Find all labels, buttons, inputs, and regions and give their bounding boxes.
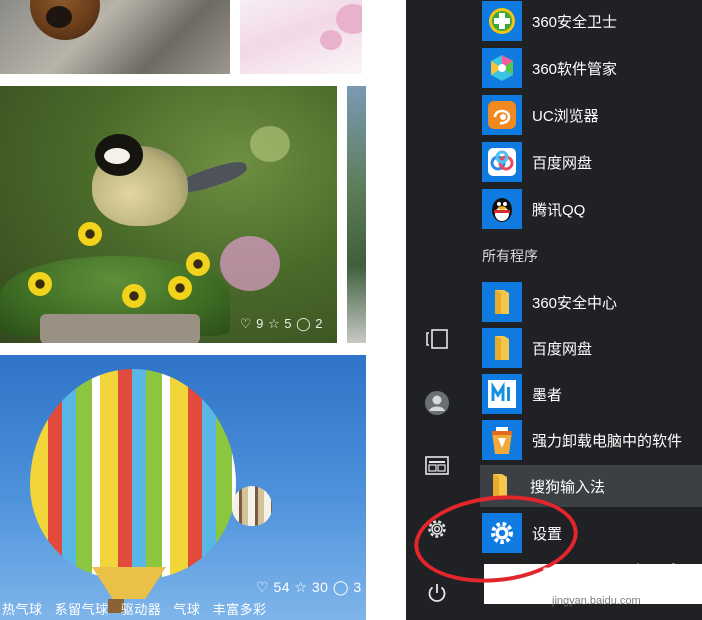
baidu-jingyan-watermark: Bai du 经验 jingyan.baidu.com: [540, 556, 700, 616]
app-tencent-qq[interactable]: 腾讯QQ: [482, 188, 702, 230]
app-mozhe[interactable]: 墨者: [482, 373, 702, 415]
app-uc-browser[interactable]: UC浏览器: [482, 94, 702, 136]
like-icon[interactable]: ♡: [256, 579, 269, 595]
balloon-comment-count: 3: [353, 579, 362, 595]
favorite-icon[interactable]: ☆: [294, 579, 307, 595]
app-baidu-netdisk[interactable]: 百度网盘: [482, 141, 702, 183]
app-label: 360安全中心: [532, 294, 618, 312]
bird-like-count: 9: [256, 316, 264, 331]
app-label: 搜狗输入法: [530, 478, 606, 496]
balloon-favorite-count: 30: [311, 579, 329, 595]
app-label: 360安全卫士: [532, 13, 618, 31]
tag-link[interactable]: 驱动器: [121, 602, 162, 617]
photo-gallery: ♡ 9 ☆ 5 ◯ 2 ♡ 54 ☆ 30 ◯ 3 热气球 系留气球 驱动器 气…: [0, 0, 366, 620]
photo-balloon-card[interactable]: ♡ 54 ☆ 30 ◯ 3 热气球 系留气球 驱动器 气球 丰富多彩: [0, 355, 366, 620]
uninstaller-icon: [482, 420, 522, 460]
tag-link[interactable]: 热气球: [2, 602, 43, 617]
photo-animal-thumbnail[interactable]: [0, 0, 230, 74]
photo-blossom-thumbnail[interactable]: [240, 0, 362, 74]
folder-icon: [482, 328, 522, 368]
360-safe-guard-icon: [482, 1, 522, 41]
app-label: UC浏览器: [532, 107, 599, 125]
app-360-safe-guard[interactable]: 360安全卫士: [482, 0, 702, 42]
mozhe-icon: [482, 374, 522, 414]
photo-bird-card[interactable]: ♡ 9 ☆ 5 ◯ 2: [0, 86, 337, 343]
balloon-photo-stats: ♡ 54 ☆ 30 ◯ 3: [256, 579, 362, 596]
app-label: 百度网盘: [532, 340, 593, 358]
bird-comment-count: 2: [315, 316, 323, 331]
app-label: 墨者: [532, 386, 563, 404]
360-software-manager-icon: [482, 48, 522, 88]
app-uninstaller[interactable]: 强力卸载电脑中的软件: [482, 419, 702, 461]
qq-penguin-icon: [482, 189, 522, 229]
tag-link[interactable]: 丰富多彩: [213, 602, 267, 617]
watermark-logo: Bai du 经验: [540, 563, 678, 590]
folder-icon: [482, 282, 522, 322]
tag-link[interactable]: 气球: [173, 602, 200, 617]
app-label: 360软件管家: [532, 60, 618, 78]
all-programs-header[interactable]: 所有程序: [482, 246, 538, 266]
app-360-security-center[interactable]: 360安全中心: [482, 281, 702, 323]
app-label: 腾讯QQ: [532, 201, 586, 219]
tablet-mode-icon[interactable]: [420, 322, 454, 356]
power-icon[interactable]: [420, 576, 454, 610]
comment-icon[interactable]: ◯: [333, 579, 349, 595]
balloon-tags: 热气球 系留气球 驱动器 气球 丰富多彩: [2, 599, 275, 618]
bird-photo-stats: ♡ 9 ☆ 5 ◯ 2: [240, 316, 323, 332]
user-avatar-icon[interactable]: [420, 386, 454, 420]
tag-link[interactable]: 系留气球: [55, 602, 109, 617]
app-baidu-netdisk-folder[interactable]: 百度网盘: [482, 327, 702, 369]
balloon-like-count: 54: [273, 579, 291, 595]
app-360-software-manager[interactable]: 360软件管家: [482, 47, 702, 89]
file-explorer-icon[interactable]: [420, 448, 454, 482]
app-label: 强力卸载电脑中的软件: [532, 432, 683, 450]
photo-field-thumbnail[interactable]: [347, 86, 366, 343]
watermark-url: jingyan.baidu.com: [552, 595, 641, 607]
app-label: 百度网盘: [532, 154, 593, 172]
comment-icon[interactable]: ◯: [296, 316, 311, 331]
like-icon[interactable]: ♡: [240, 316, 252, 331]
uc-browser-icon: [482, 95, 522, 135]
baidu-netdisk-icon: [482, 142, 522, 182]
bird-favorite-count: 5: [284, 316, 292, 331]
favorite-icon[interactable]: ☆: [268, 316, 280, 331]
